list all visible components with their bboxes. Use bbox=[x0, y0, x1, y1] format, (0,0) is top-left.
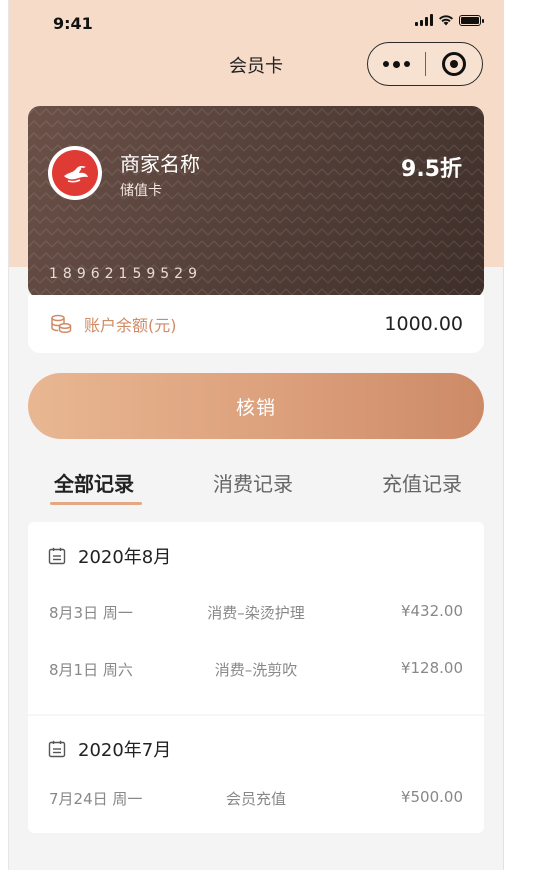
balance-value: 1000.00 bbox=[384, 313, 463, 335]
redeem-button[interactable]: 核销 bbox=[28, 373, 484, 439]
tab-all-records[interactable]: 全部记录 bbox=[54, 468, 134, 497]
record-row[interactable]: 7月24日 周一 会员充值 ¥500.00 bbox=[28, 788, 484, 808]
record-row[interactable]: 8月3日 周一 消费–染烫护理 ¥432.00 bbox=[28, 602, 484, 622]
balance-bar: 账户余额(元) 1000.00 bbox=[28, 295, 484, 353]
battery-icon bbox=[459, 14, 484, 26]
record-amount: ¥128.00 bbox=[400, 659, 463, 677]
card-type: 储值卡 bbox=[120, 183, 162, 199]
month-label: 2020年8月 bbox=[78, 547, 172, 568]
active-tab-indicator bbox=[50, 502, 142, 505]
status-time: 9:41 bbox=[53, 14, 93, 33]
bird-logo-icon bbox=[48, 146, 102, 200]
month-header: 2020年8月 bbox=[48, 543, 171, 569]
mini-program-capsule bbox=[367, 42, 483, 86]
status-icons bbox=[415, 12, 484, 28]
discount-badge: 9.5折 bbox=[401, 157, 462, 182]
record-row[interactable]: 8月1日 周六 消费–洗剪吹 ¥128.00 bbox=[28, 659, 484, 679]
member-card: 商家名称 储值卡 9.5折 18962159529 bbox=[28, 106, 484, 298]
card-number: 18962159529 bbox=[49, 266, 202, 282]
close-icon[interactable] bbox=[425, 52, 482, 76]
month-label: 2020年7月 bbox=[78, 740, 172, 761]
wifi-icon bbox=[439, 15, 453, 26]
tab-consumption-records[interactable]: 消费记录 bbox=[213, 468, 293, 497]
more-icon[interactable] bbox=[368, 60, 425, 68]
balance-label: 账户余额(元) bbox=[84, 316, 177, 335]
month-header: 2020年7月 bbox=[48, 736, 171, 762]
calendar-icon bbox=[48, 740, 66, 758]
phone-screen: 9:41 会员卡 商家名称 储值卡 9.5折 18962159529 账户余额(… bbox=[8, 0, 504, 870]
record-tabs: 全部记录 消费记录 充值记录 bbox=[28, 468, 484, 508]
coins-icon bbox=[51, 314, 72, 334]
records-list: 2020年8月 8月3日 周一 消费–染烫护理 ¥432.00 8月1日 周六 … bbox=[28, 522, 484, 833]
tab-recharge-records[interactable]: 充值记录 bbox=[382, 468, 462, 497]
record-amount: ¥500.00 bbox=[400, 788, 463, 806]
record-amount: ¥432.00 bbox=[400, 602, 463, 620]
signal-icon bbox=[415, 14, 433, 26]
merchant-name: 商家名称 bbox=[120, 152, 200, 176]
calendar-icon bbox=[48, 547, 66, 565]
month-divider bbox=[28, 714, 484, 716]
